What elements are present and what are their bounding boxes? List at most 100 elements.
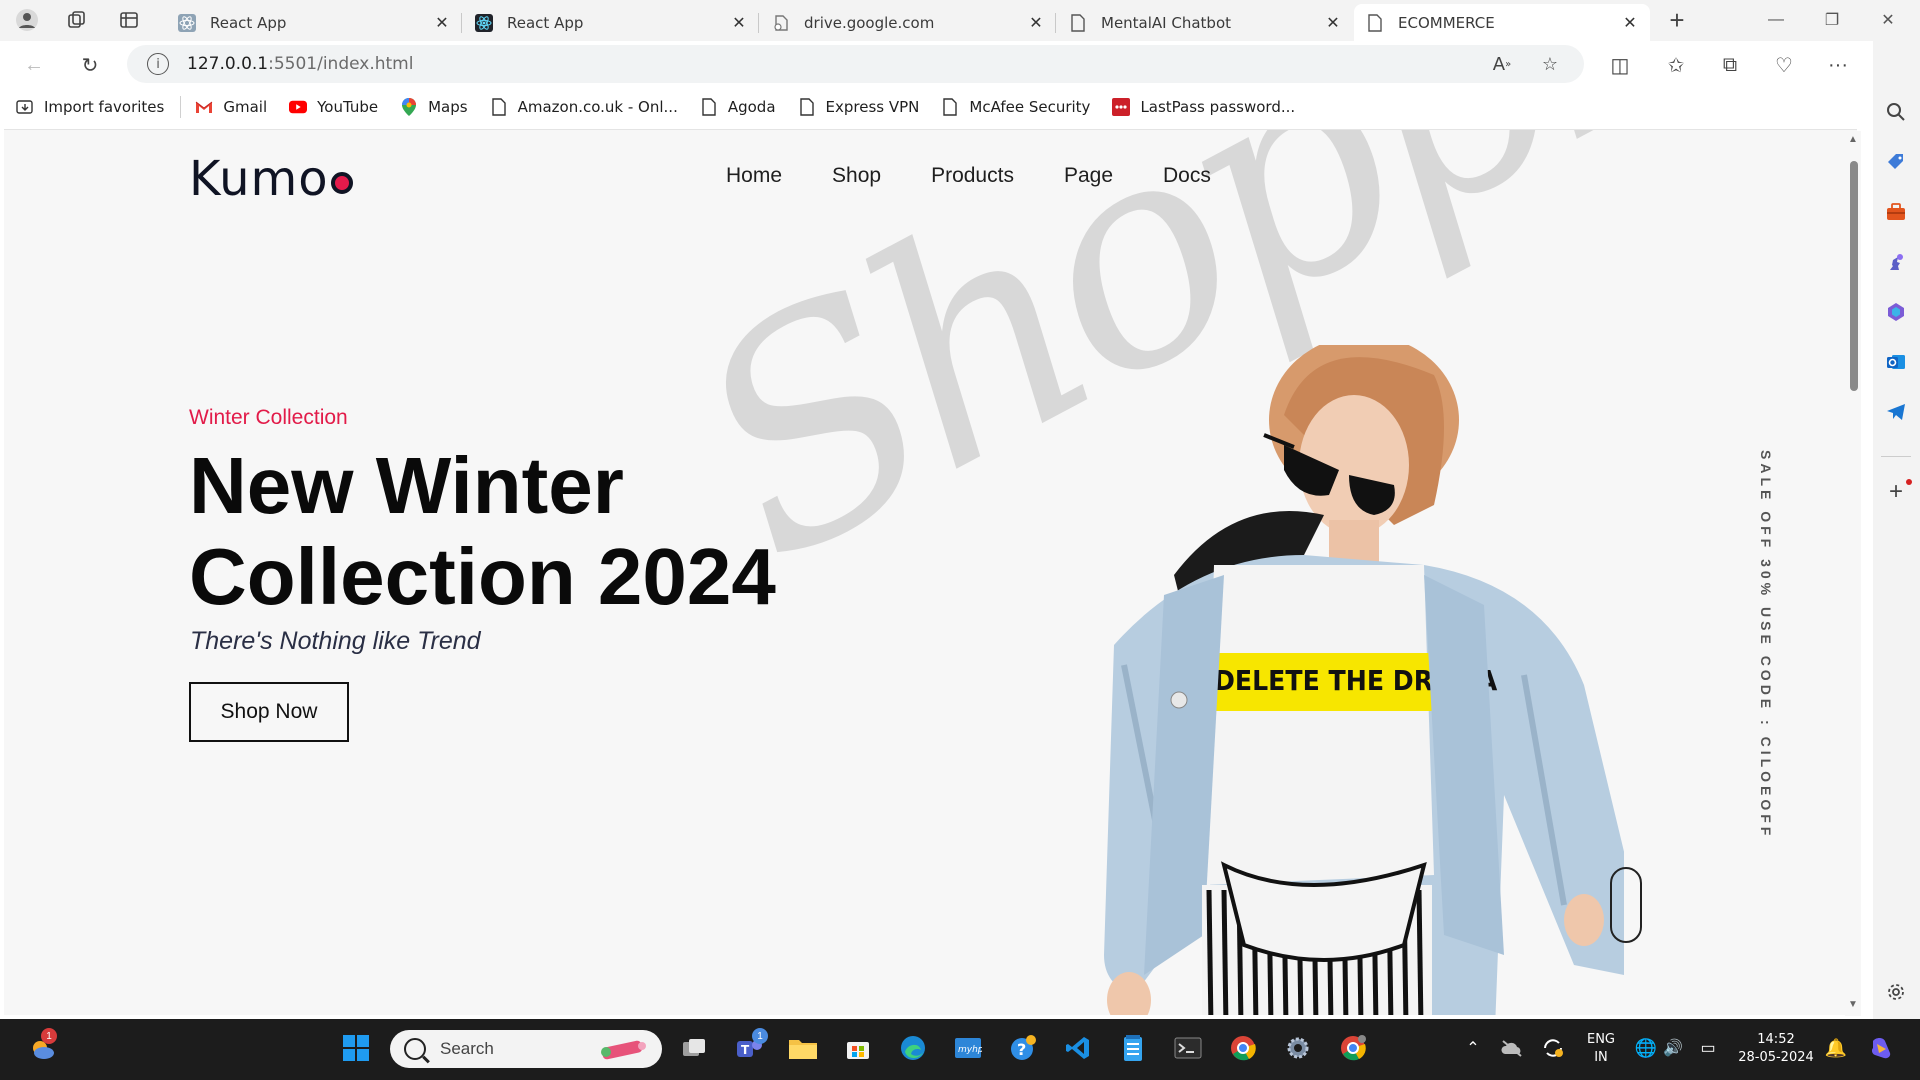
scroll-down-arrow-icon[interactable]: ▼ xyxy=(1847,999,1859,1011)
page-icon xyxy=(490,98,508,116)
tools-icon[interactable] xyxy=(1881,197,1911,227)
clock-date: 28-05-2024 xyxy=(1738,1050,1814,1065)
browser-essentials-icon[interactable]: ♡ xyxy=(1768,49,1800,81)
scroll-indicator[interactable] xyxy=(1610,867,1642,943)
maps-icon xyxy=(400,98,418,116)
import-icon xyxy=(16,98,34,116)
close-window-icon[interactable]: ✕ xyxy=(1860,0,1916,40)
scrollbar-thumb[interactable] xyxy=(1850,161,1858,391)
restore-icon[interactable]: ❐ xyxy=(1804,0,1860,40)
new-tab-icon[interactable]: + xyxy=(1662,5,1692,35)
back-icon[interactable]: ← xyxy=(18,49,50,81)
close-tab-icon[interactable]: ✕ xyxy=(1026,13,1046,32)
favorite-expressvpn[interactable]: Express VPN xyxy=(798,98,919,116)
tab-title: React App xyxy=(210,13,287,32)
favorite-agoda[interactable]: Agoda xyxy=(700,98,776,116)
sale-code-vertical: SALE OFF 30% USE CODE : CILOEOFF xyxy=(1758,450,1774,840)
file-explorer-icon[interactable] xyxy=(785,1030,821,1066)
clock[interactable]: 14:52 28-05-2024 xyxy=(1736,1031,1816,1067)
nav-products[interactable]: Products xyxy=(931,164,1014,188)
favorites-icon[interactable]: ✩ xyxy=(1660,49,1692,81)
tab-react-app-2[interactable]: React App ✕ xyxy=(463,4,759,41)
onedrive-icon[interactable] xyxy=(1494,1030,1530,1066)
task-view-icon[interactable] xyxy=(676,1030,712,1066)
tab-mentalai[interactable]: MentalAI Chatbot ✕ xyxy=(1057,4,1353,41)
chrome-profile-icon[interactable] xyxy=(1335,1030,1371,1066)
hero-headline: New Winter Collection 2024 xyxy=(189,441,776,621)
copilot-taskbar-icon[interactable] xyxy=(1863,1030,1899,1066)
gmail-icon xyxy=(195,98,213,116)
notepad-icon[interactable] xyxy=(1115,1030,1151,1066)
nav-home[interactable]: Home xyxy=(726,164,782,188)
chrome-icon[interactable] xyxy=(1225,1030,1261,1066)
favorite-import[interactable]: Import favorites xyxy=(16,98,164,116)
close-tab-icon[interactable]: ✕ xyxy=(432,13,452,32)
vscode-icon[interactable] xyxy=(1060,1030,1096,1066)
windows-start-icon[interactable] xyxy=(338,1030,374,1066)
volume-icon[interactable]: 🔊 xyxy=(1655,1030,1691,1066)
favorite-label: Amazon.co.uk - Onl... xyxy=(517,98,678,116)
close-tab-icon[interactable]: ✕ xyxy=(1620,13,1640,32)
favorite-label: Import favorites xyxy=(44,98,165,116)
battery-icon[interactable]: ▭ xyxy=(1690,1030,1726,1066)
read-aloud-icon[interactable]: A» xyxy=(1489,51,1515,77)
taskbar-search[interactable]: Search xyxy=(390,1030,662,1068)
close-tab-icon[interactable]: ✕ xyxy=(1323,13,1343,32)
language-indicator[interactable]: ENG IN xyxy=(1582,1031,1620,1067)
nav-page[interactable]: Page xyxy=(1064,164,1113,188)
notifications-bell-icon[interactable]: 🔔 xyxy=(1818,1030,1854,1066)
favorite-mcafee[interactable]: McAfee Security xyxy=(941,98,1090,116)
games-icon[interactable] xyxy=(1881,247,1911,277)
favorite-lastpass[interactable]: LastPass password... xyxy=(1112,98,1295,116)
more-menu-icon[interactable]: ··· xyxy=(1822,49,1854,81)
site-info-icon[interactable]: i xyxy=(147,53,169,75)
favorite-star-icon[interactable]: ☆ xyxy=(1537,51,1563,77)
microsoft-365-icon[interactable] xyxy=(1881,297,1911,327)
collections-icon[interactable]: ⧉ xyxy=(1714,49,1746,81)
scroll-up-arrow-icon[interactable]: ▲ xyxy=(1847,134,1859,146)
show-hidden-icons-icon[interactable]: ⌃ xyxy=(1455,1030,1491,1066)
split-screen-icon[interactable]: ◫ xyxy=(1604,49,1636,81)
favorite-gmail[interactable]: Gmail xyxy=(195,98,267,116)
outlook-icon[interactable] xyxy=(1881,347,1911,377)
profile-icon[interactable] xyxy=(12,5,42,35)
search-icon[interactable] xyxy=(1881,97,1911,127)
workspaces-icon[interactable] xyxy=(62,5,92,35)
edge-browser-icon[interactable] xyxy=(895,1030,931,1066)
language-code: ENG xyxy=(1586,1032,1615,1047)
favorite-youtube[interactable]: YouTube xyxy=(289,98,378,116)
sync-icon[interactable] xyxy=(1535,1030,1571,1066)
myhp-icon[interactable]: myhp xyxy=(950,1030,986,1066)
sidebar-divider xyxy=(1881,456,1911,457)
terminal-icon[interactable] xyxy=(1170,1030,1206,1066)
address-bar-row: ← ↻ i 127.0.0.1:5501/index.html A» ☆ ◫ ✩… xyxy=(0,41,1920,87)
shop-now-button[interactable]: Shop Now xyxy=(189,682,349,742)
page-icon xyxy=(700,98,718,116)
shopping-tag-icon[interactable] xyxy=(1881,147,1911,177)
nav-shop[interactable]: Shop xyxy=(832,164,881,188)
minimize-icon[interactable]: — xyxy=(1748,0,1804,40)
search-icon xyxy=(404,1038,426,1060)
svg-text:?: ? xyxy=(1017,1040,1026,1059)
page-scrollbar[interactable]: ▲ ▼ xyxy=(1845,131,1861,1016)
taskbar-search-placeholder: Search xyxy=(440,1039,494,1058)
close-tab-icon[interactable]: ✕ xyxy=(729,13,749,32)
tab-ecommerce[interactable]: ECOMMERCE ✕ xyxy=(1354,4,1650,41)
favorite-maps[interactable]: Maps xyxy=(400,98,468,116)
page-loading-icon xyxy=(772,14,790,32)
settings-gear-icon[interactable] xyxy=(1881,977,1911,1007)
address-bar[interactable]: i 127.0.0.1:5501/index.html A» ☆ xyxy=(127,45,1584,83)
react-icon xyxy=(475,13,493,32)
get-help-icon[interactable]: ? xyxy=(1005,1030,1041,1066)
nav-docs[interactable]: Docs xyxy=(1163,164,1211,188)
favorite-amazon[interactable]: Amazon.co.uk - Onl... xyxy=(490,98,678,116)
site-logo[interactable]: Kumo xyxy=(189,151,353,207)
tab-drive[interactable]: drive.google.com ✕ xyxy=(760,4,1056,41)
tab-actions-icon[interactable] xyxy=(114,5,144,35)
microsoft-store-icon[interactable] xyxy=(840,1030,876,1066)
tab-react-app-1[interactable]: React App ✕ xyxy=(166,4,462,41)
refresh-icon[interactable]: ↻ xyxy=(74,49,106,81)
telegram-icon[interactable] xyxy=(1881,397,1911,427)
windows-taskbar: 1 Search T 1 myhp ? ⌃ ENG IN 🌐 🔊 ▭ 14:52… xyxy=(0,1019,1920,1080)
settings-icon[interactable] xyxy=(1280,1030,1316,1066)
